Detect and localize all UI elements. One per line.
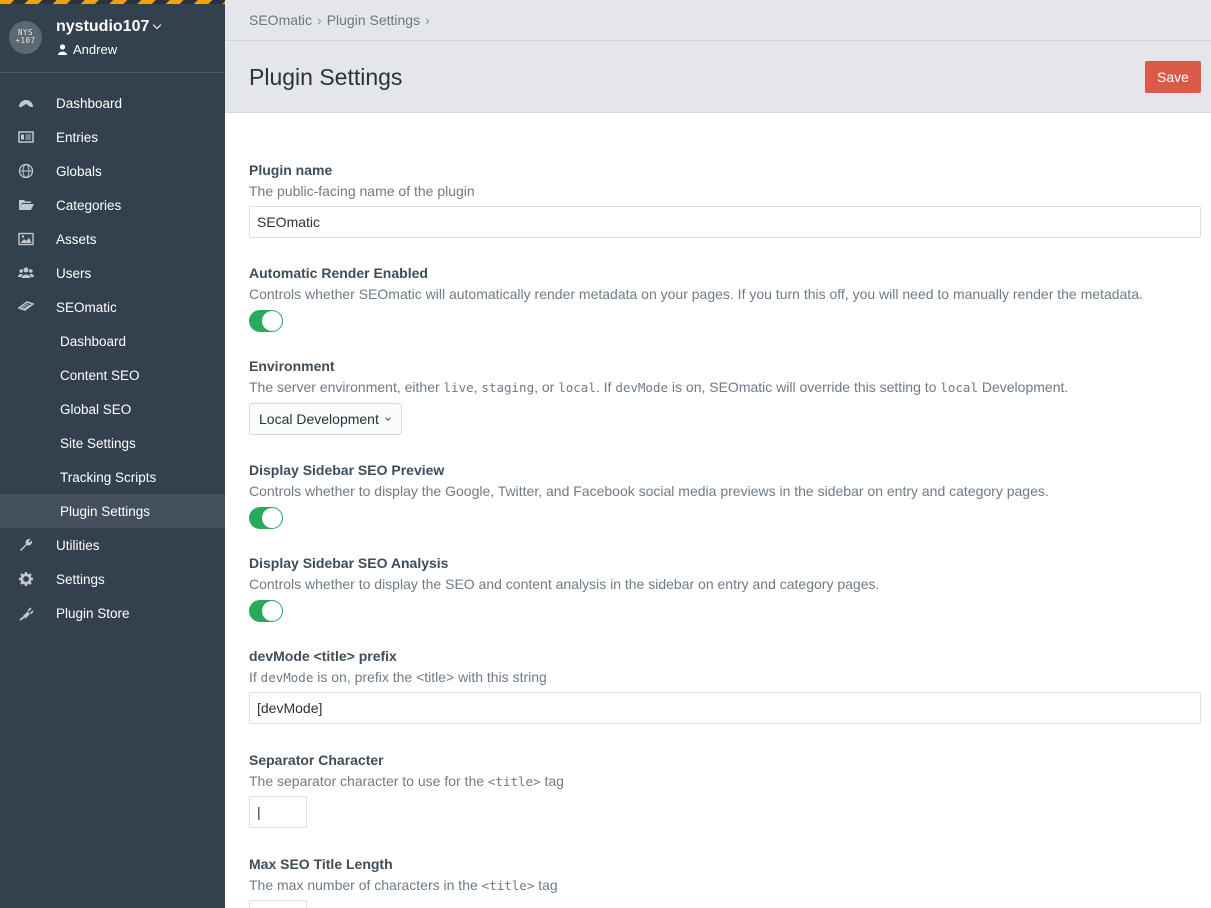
subnav-content-seo[interactable]: Content SEO: [0, 358, 225, 392]
breadcrumb-seomatic[interactable]: SEOmatic: [249, 12, 312, 28]
nav-entries[interactable]: Entries: [0, 120, 225, 154]
user-menu[interactable]: Andrew: [58, 42, 117, 57]
field-label: devMode <title> prefix: [249, 648, 397, 664]
breadcrumb-separator: ›: [317, 12, 322, 28]
users-icon: [18, 267, 34, 278]
entries-icon: [18, 131, 34, 143]
user-icon: [58, 44, 67, 55]
field-instructions: The public-facing name of the plugin: [249, 183, 475, 199]
plug-icon: [19, 607, 34, 621]
plugin-name-input[interactable]: [249, 206, 1201, 238]
folder-icon: [19, 200, 34, 210]
subnav-site-settings[interactable]: Site Settings: [0, 426, 225, 460]
field-label: Environment: [249, 358, 335, 374]
subnav-plugin-settings[interactable]: Plugin Settings: [0, 494, 225, 528]
field-label: Plugin name: [249, 162, 333, 178]
subnav-dashboard[interactable]: Dashboard: [0, 324, 225, 358]
devmode-prefix-input[interactable]: [249, 692, 1201, 724]
nav-assets[interactable]: Assets: [0, 222, 225, 256]
gear-icon: [19, 572, 33, 586]
nav-settings[interactable]: Settings: [0, 562, 225, 596]
subnav-global-seo[interactable]: Global SEO: [0, 392, 225, 426]
field-devmode-prefix: devMode <title> prefix If devMode is on,…: [249, 648, 1201, 724]
sidebar: NYS +107 nystudio107 Andrew Dashboard Ent…: [0, 0, 225, 908]
field-automatic-render: Automatic Render Enabled Controls whethe…: [249, 265, 1201, 332]
nav-globals[interactable]: Globals: [0, 154, 225, 188]
globe-icon: [18, 163, 34, 179]
sidebar-analysis-toggle[interactable]: [249, 600, 283, 622]
breadcrumb-bar: SEOmatic › Plugin Settings ›: [225, 0, 1211, 41]
max-title-length-input[interactable]: [249, 900, 307, 908]
field-instructions: If devMode is on, prefix the <title> wit…: [249, 669, 547, 685]
field-sidebar-preview: Display Sidebar SEO Preview Controls whe…: [249, 462, 1201, 529]
field-label: Display Sidebar SEO Preview: [249, 462, 445, 478]
save-button[interactable]: Save: [1145, 61, 1201, 93]
breadcrumb-separator: ›: [425, 12, 430, 28]
site-header[interactable]: NYS +107 nystudio107 Andrew: [0, 4, 225, 73]
toggle-knob: [262, 508, 282, 528]
field-max-title-length: Max SEO Title Length The max number of c…: [249, 856, 1201, 908]
separator-input[interactable]: [249, 796, 307, 828]
field-instructions: Controls whether to display the Google, …: [249, 483, 1049, 499]
field-label: Display Sidebar SEO Analysis: [249, 555, 449, 571]
toggle-knob: [262, 311, 282, 331]
automatic-render-toggle[interactable]: [249, 310, 283, 332]
field-environment: Environment The server environment, eith…: [249, 358, 1201, 435]
site-name[interactable]: nystudio107: [56, 18, 162, 36]
wrench-icon: [20, 538, 33, 551]
dashboard-icon: [19, 100, 33, 108]
environment-select[interactable]: Local Development: [249, 403, 402, 435]
chevron-down-icon: [385, 415, 391, 421]
site-logo: NYS +107: [9, 21, 42, 54]
seomatic-icon: [18, 301, 34, 311]
nav-dashboard[interactable]: Dashboard: [0, 86, 225, 120]
field-instructions: The max number of characters in the <tit…: [249, 877, 558, 893]
nav-seomatic[interactable]: SEOmatic: [0, 290, 225, 324]
field-plugin-name: Plugin name The public-facing name of th…: [249, 162, 1201, 238]
page-header: SEOmatic › Plugin Settings › Plugin Setting…: [225, 0, 1211, 113]
field-label: Max SEO Title Length: [249, 856, 393, 872]
chevron-down-icon: [153, 20, 162, 30]
subnav-tracking-scripts[interactable]: Tracking Scripts: [0, 460, 225, 494]
field-instructions: The separator character to use for the <…: [249, 773, 564, 789]
nav-categories[interactable]: Categories: [0, 188, 225, 222]
breadcrumb-plugin-settings[interactable]: Plugin Settings: [327, 12, 420, 28]
image-icon: [18, 232, 34, 246]
field-label: Automatic Render Enabled: [249, 265, 428, 281]
field-instructions: Controls whether to display the SEO and …: [249, 576, 880, 592]
page-title: Plugin Settings: [249, 64, 403, 90]
sidebar-preview-toggle[interactable]: [249, 507, 283, 529]
nav-utilities[interactable]: Utilities: [0, 528, 225, 562]
main-nav: Dashboard Entries Globals Categories Ass…: [0, 86, 225, 630]
toggle-knob: [262, 601, 282, 621]
field-separator: Separator Character The separator charac…: [249, 752, 1201, 828]
field-instructions: Controls whether SEOmatic will automatic…: [249, 286, 1143, 302]
nav-plugin-store[interactable]: Plugin Store: [0, 596, 225, 630]
field-sidebar-analysis: Display Sidebar SEO Analysis Controls wh…: [249, 555, 1201, 622]
nav-users[interactable]: Users: [0, 256, 225, 290]
settings-form: Plugin name The public-facing name of th…: [249, 113, 1201, 908]
field-instructions: The server environment, either live, sta…: [249, 379, 1069, 395]
breadcrumb: SEOmatic › Plugin Settings ›: [249, 12, 435, 28]
field-label: Separator Character: [249, 752, 384, 768]
